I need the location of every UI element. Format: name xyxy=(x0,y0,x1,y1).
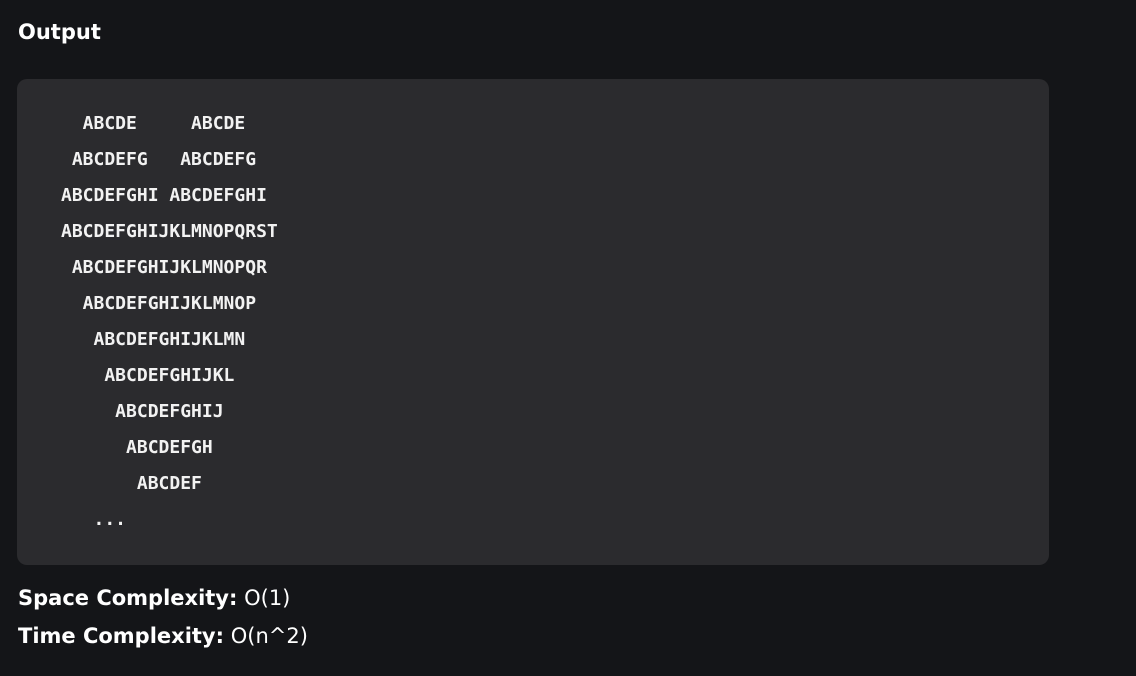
output-line: ABCDEFGH xyxy=(61,437,213,458)
output-line: ABCDEFGHIJ xyxy=(61,401,224,422)
output-line: ABCDEFGHIJKLMNOPQR xyxy=(61,257,267,278)
time-complexity: Time Complexity: O(n^2) xyxy=(18,621,308,651)
space-complexity-value: O(1) xyxy=(244,586,291,610)
output-line: ABCDEFGHI ABCDEFGHI xyxy=(61,185,267,206)
output-line: ABCDEFGHIJKLMNOPQRST xyxy=(61,221,278,242)
output-line: ABCDEF xyxy=(61,473,202,494)
output-code-block: ABCDE ABCDE ABCDEFG ABCDEFG ABCDEFGHI AB… xyxy=(17,79,1049,565)
output-heading: Output xyxy=(18,20,101,44)
output-line: ABCDE ABCDE xyxy=(61,113,246,134)
time-complexity-label: Time Complexity: xyxy=(18,624,225,648)
output-line: ... xyxy=(61,509,127,530)
time-complexity-value: O(n^2) xyxy=(230,624,308,648)
space-complexity: Space Complexity: O(1) xyxy=(18,583,290,613)
output-line: ABCDEFGHIJKL xyxy=(61,365,235,386)
space-complexity-label: Space Complexity: xyxy=(18,586,238,610)
output-text: ABCDE ABCDE ABCDEFG ABCDEFG ABCDEFGHI AB… xyxy=(61,106,1049,538)
output-line: ABCDEFG ABCDEFG xyxy=(61,149,257,170)
output-line: ABCDEFGHIJKLMN xyxy=(61,329,246,350)
output-line: ABCDEFGHIJKLMNOP xyxy=(61,293,257,314)
